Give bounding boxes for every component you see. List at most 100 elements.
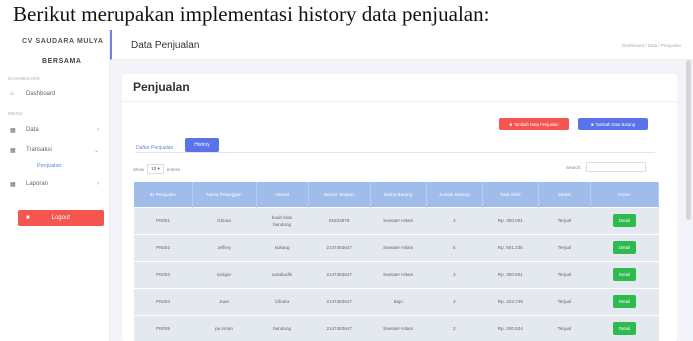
table-cell: PN002 [134, 233, 193, 261]
table-cell: Detail [590, 206, 659, 234]
table-cell: Terjual [538, 314, 591, 341]
table-cell: buah batu bandung [256, 206, 309, 234]
tab-daftar-penjualan[interactable]: Daftar Penjualan [136, 145, 173, 151]
table-cell: Rp. 223.749 [482, 287, 539, 315]
table-row: PN005 pa irman bandung 2147483647 Sweate… [134, 314, 659, 341]
table-cell: 3 [426, 260, 483, 288]
table-cell: Rp. 200.534 [482, 314, 539, 341]
column-header[interactable]: Jumlah Barang [426, 182, 483, 207]
add-sale-button[interactable]: ■ Tambah Data Penjualan [499, 118, 569, 130]
table-cell: 81823878 [308, 206, 371, 234]
scrollbar[interactable] [686, 60, 691, 220]
table-cell: 2147483647 [308, 314, 371, 341]
column-header[interactable]: Total Akhir [482, 182, 539, 207]
sidebar-item-dashboard[interactable]: ⌂ Dashboard [10, 88, 105, 100]
table-cell: PN005 [134, 314, 193, 341]
detail-button[interactable]: Detail [612, 214, 636, 227]
search-label: Search: [566, 164, 582, 170]
entries-label: entries [166, 166, 181, 172]
table-cell: Detail [590, 287, 659, 315]
table-cell: Juan [192, 287, 257, 315]
sidebar-item-label: Dashboard [26, 91, 56, 97]
grid-icon: ▦ [10, 127, 16, 134]
table-cell: PN004 [134, 287, 193, 315]
table-cell: Sweater Hitam [370, 260, 427, 288]
column-header[interactable]: Alamat [256, 182, 309, 207]
detail-button[interactable]: Detail [612, 295, 636, 308]
table-cell: antabudhi [256, 260, 309, 288]
tab-divider [135, 152, 655, 153]
chevron-right-icon: › [97, 181, 99, 187]
sidebar-item-label: Laporan [26, 181, 49, 187]
grid-icon: ▦ [10, 147, 16, 154]
page-title: Data Penjualan [131, 40, 200, 51]
table-cell: Terjual [538, 206, 591, 234]
table-cell: 3 [426, 287, 483, 315]
table-cell: Rp. 501.335 [482, 233, 539, 261]
sidebar-item-label: Transaksi [26, 147, 52, 153]
top-bar: Data Penjualan Dashboard / Data / Penjua… [110, 30, 693, 60]
add-icon: ■ [590, 121, 594, 127]
add-sale-label: Tambah Data Penjualan [513, 121, 559, 127]
column-header[interactable]: Action [590, 182, 660, 207]
add-item-label: Tambah Data Barang [595, 121, 636, 127]
divider [122, 101, 677, 102]
table-cell: 2147483647 [308, 287, 371, 315]
chevron-right-icon: › [97, 127, 99, 133]
table-cell: 2147483647 [308, 233, 371, 261]
table-cell: 3 [426, 206, 483, 234]
entries-select[interactable]: 10 ▾ [147, 164, 164, 174]
detail-button[interactable]: Detail [612, 241, 636, 254]
brand-title: CV SAUDARA MULYA [22, 38, 104, 45]
table-cell: 5 [426, 233, 483, 261]
sales-history-table: ID Penjualan Nama Pelanggan Alamat Nomor… [134, 182, 660, 341]
table-row: PN001 Ghiara buah batu bandung 81823878 … [134, 206, 659, 234]
column-header[interactable]: Status [538, 182, 591, 207]
table-cell: Ghiara [192, 206, 257, 234]
show-entries: Show 10 ▾ entries [133, 164, 180, 174]
sidebar-subitem-penjualan[interactable]: Penjualan [37, 163, 61, 169]
breadcrumb[interactable]: Dashboard / Data / Penjualan [622, 43, 681, 48]
column-header[interactable]: Nomor Telepon [308, 182, 371, 207]
sidebar-item-data[interactable]: ▦ Data › [10, 124, 105, 136]
detail-button[interactable]: Detail [612, 322, 636, 336]
table-row: PN004 Juan Cikutra 2147483647 Baju 3 Rp.… [134, 287, 659, 315]
column-header[interactable]: Nama Pelanggan [192, 182, 257, 207]
logout-label: Logout [51, 215, 70, 221]
search-group: Search: [566, 162, 646, 172]
add-item-button[interactable]: ■ Tambah Data Barang [578, 118, 648, 130]
document-caption: Berikut merupakan implementasi history d… [13, 2, 490, 26]
detail-button[interactable]: Detail [612, 268, 636, 281]
table-row: PN002 Jeffrey sukang 2147483647 Sweater … [134, 233, 659, 261]
sidebar-item-label: Data [26, 127, 39, 133]
sidebar-item-transaksi[interactable]: ▦ Transaksi ⌄ [10, 144, 105, 156]
tab-history[interactable]: History [185, 138, 219, 152]
table-cell: Detail [590, 314, 659, 341]
table-cell: PN003 [134, 260, 193, 288]
brand-subtitle: BERSAMA [42, 58, 82, 65]
logout-icon: ■ [26, 215, 30, 221]
table-cell: PN001 [134, 206, 193, 234]
entries-value: 10 [151, 166, 157, 171]
table-header-row: ID Penjualan Nama Pelanggan Alamat Nomor… [134, 182, 660, 207]
table-cell: Sweater Hitam [370, 233, 427, 261]
table-cell: Sweater Hitam [370, 314, 427, 341]
section-heading: Penjualan [133, 80, 190, 94]
search-input[interactable] [585, 162, 646, 172]
section-menu-label: MENU [8, 111, 23, 116]
add-icon: ■ [509, 121, 512, 127]
table-row: PN003 Ipolgar antabudhi 2147483647 Sweat… [134, 260, 659, 288]
column-header[interactable]: ID Penjualan [134, 182, 193, 207]
sidebar: CV SAUDARA MULYA BERSAMA DASHBOARD ⌂ Das… [0, 30, 110, 341]
table-cell: Rp. 300.001 [482, 206, 539, 234]
table-cell: bandung [256, 314, 309, 341]
table-cell: Detail [590, 233, 659, 261]
column-header[interactable]: Nama Barang [370, 182, 427, 207]
app-screenshot: CV SAUDARA MULYA BERSAMA DASHBOARD ⌂ Das… [0, 30, 693, 341]
table-cell: Detail [590, 260, 659, 288]
table-cell: Baju [370, 287, 427, 315]
table-cell: Rp. 300.801 [482, 260, 539, 288]
sidebar-item-laporan[interactable]: ▦ Laporan › [10, 178, 105, 190]
logout-button[interactable]: ■ Logout [18, 210, 104, 226]
chevron-down-icon: ⌄ [93, 147, 99, 154]
